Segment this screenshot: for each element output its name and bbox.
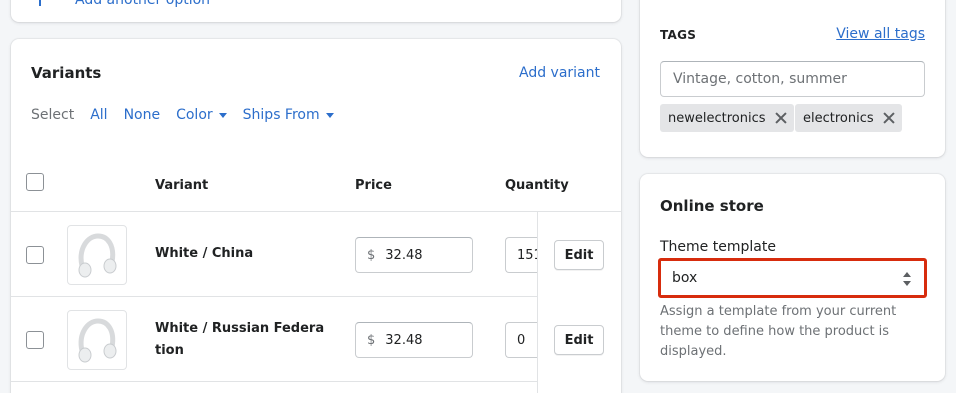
tag-label: electronics bbox=[803, 110, 874, 126]
variants-title: Variants bbox=[31, 64, 102, 82]
remove-tag-icon[interactable] bbox=[874, 104, 902, 132]
currency-symbol: $ bbox=[367, 247, 376, 263]
table-header: Variant Price Quantity bbox=[11, 162, 621, 212]
tags-title: TAGS bbox=[660, 28, 697, 42]
select-arrows-icon bbox=[902, 272, 912, 286]
product-thumbnail[interactable] bbox=[67, 225, 127, 285]
add-option-link[interactable]: Add another option bbox=[75, 0, 210, 8]
tag-chip: electronics bbox=[795, 104, 902, 132]
table-row: White / China $ 32.48 151 bbox=[11, 212, 621, 297]
theme-template-value: box bbox=[672, 270, 698, 286]
color-filter-dropdown[interactable]: Color bbox=[176, 107, 227, 123]
online-store-title: Online store bbox=[660, 197, 764, 215]
table-row: White / Russian Federation $ 32.48 0 bbox=[11, 297, 621, 382]
variant-name[interactable]: White / China bbox=[155, 243, 325, 265]
product-thumbnail[interactable] bbox=[67, 310, 127, 370]
plus-icon bbox=[39, 0, 41, 6]
select-all-checkbox[interactable] bbox=[26, 173, 44, 191]
price-input[interactable]: $ 32.48 bbox=[355, 322, 473, 358]
column-quantity: Quantity bbox=[505, 178, 569, 193]
select-row: Select All None Color Ships From bbox=[31, 107, 350, 123]
column-variant: Variant bbox=[155, 178, 209, 193]
price-value: 32.48 bbox=[385, 247, 423, 263]
edit-variant-button[interactable]: Edit bbox=[554, 325, 604, 355]
column-price: Price bbox=[355, 178, 392, 193]
tags-card: TAGS View all tags Vintage, cotton, summ… bbox=[640, 0, 945, 157]
price-value: 32.48 bbox=[385, 332, 423, 348]
theme-template-label: Theme template bbox=[660, 239, 776, 255]
view-all-tags-link[interactable]: View all tags bbox=[836, 26, 925, 42]
neckband-image-icon bbox=[78, 318, 117, 363]
tag-label: newelectronics bbox=[668, 110, 766, 126]
tags-input[interactable]: Vintage, cotton, summer bbox=[660, 61, 925, 97]
edit-variant-button[interactable]: Edit bbox=[554, 240, 604, 270]
ships-from-filter-dropdown[interactable]: Ships From bbox=[243, 107, 334, 123]
color-filter-label: Color bbox=[176, 107, 213, 123]
select-none-link[interactable]: None bbox=[124, 107, 161, 123]
theme-template-select[interactable]: box bbox=[658, 258, 927, 298]
row-checkbox[interactable] bbox=[26, 246, 44, 264]
sticky-actions-column: Edit Edit bbox=[537, 212, 621, 393]
online-store-card: Online store Theme template box Assign a… bbox=[640, 174, 945, 381]
caret-down-icon bbox=[325, 112, 334, 118]
caret-down-icon bbox=[218, 112, 227, 118]
options-card: Add another option bbox=[11, 0, 621, 22]
variant-name[interactable]: White / Russian Federation bbox=[155, 318, 325, 362]
tag-chip: newelectronics bbox=[660, 104, 794, 132]
select-all-link[interactable]: All bbox=[90, 107, 107, 123]
theme-template-help-text: Assign a template from your current them… bbox=[660, 304, 897, 359]
currency-symbol: $ bbox=[367, 332, 376, 348]
neckband-image-icon bbox=[78, 233, 117, 278]
ships-from-filter-label: Ships From bbox=[242, 107, 320, 123]
select-label: Select bbox=[31, 107, 75, 123]
variants-card: Variants Add variant Select All None Col… bbox=[11, 39, 621, 393]
row-checkbox[interactable] bbox=[26, 331, 44, 349]
price-input[interactable]: $ 32.48 bbox=[355, 237, 473, 273]
add-variant-link[interactable]: Add variant bbox=[519, 65, 600, 81]
remove-tag-icon[interactable] bbox=[766, 104, 794, 132]
